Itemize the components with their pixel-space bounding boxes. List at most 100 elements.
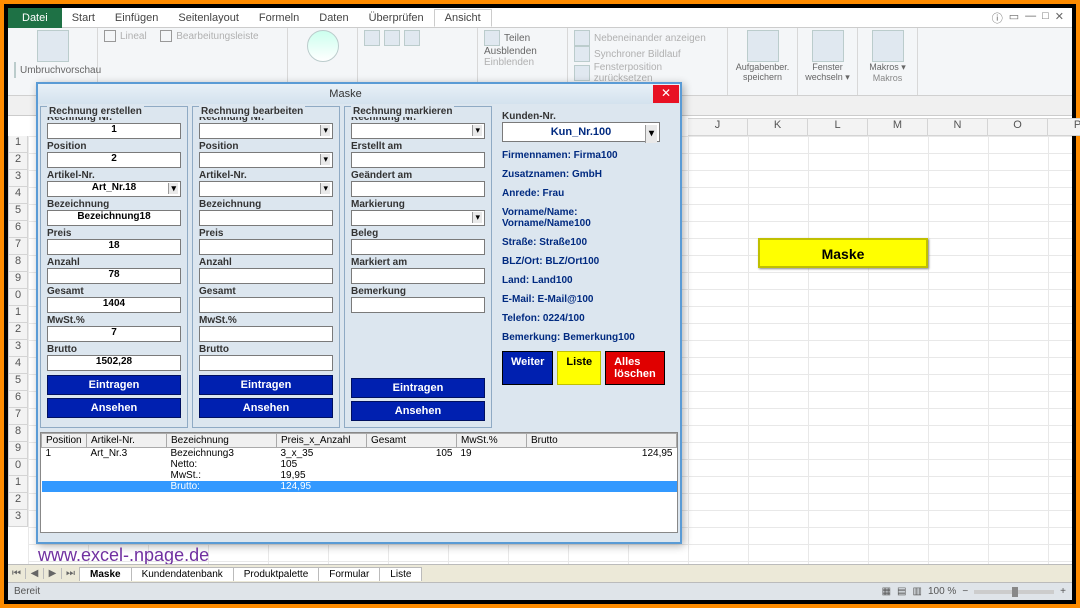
tab-ansicht[interactable]: Ansicht: [434, 9, 492, 27]
row-header[interactable]: 7: [8, 408, 28, 425]
beleg-input[interactable]: [351, 239, 485, 255]
row-header[interactable]: 2: [8, 493, 28, 510]
th-brutto[interactable]: Brutto: [527, 434, 677, 448]
sheet-nav-prev-icon[interactable]: ◀: [26, 568, 44, 579]
th-artikel[interactable]: Artikel-Nr.: [87, 434, 167, 448]
table-cell[interactable]: [87, 481, 167, 492]
file-tab[interactable]: Datei: [8, 8, 62, 28]
table-cell[interactable]: [367, 459, 457, 470]
row-header[interactable]: 1: [8, 136, 28, 153]
row-header[interactable]: 8: [8, 425, 28, 442]
maske-sheet-button[interactable]: Maske: [758, 238, 928, 268]
view-layout-icon[interactable]: ▤: [897, 586, 906, 597]
table-cell[interactable]: 105: [367, 448, 457, 460]
liste-button[interactable]: Liste: [557, 351, 601, 385]
alles-loeschen-button[interactable]: Alles löschen: [605, 351, 665, 385]
zoom-icon[interactable]: [307, 30, 339, 62]
bezeichnung-input[interactable]: Bezeichnung18: [47, 210, 181, 226]
split-icon[interactable]: [484, 30, 500, 46]
fwechsel-label[interactable]: Fenster wechseln ▾: [804, 62, 851, 83]
th-mwst[interactable]: MwSt.%: [457, 434, 527, 448]
row-header[interactable]: 8: [8, 255, 28, 272]
ansehen-button[interactable]: Ansehen: [351, 401, 485, 421]
table-cell[interactable]: 1: [42, 448, 87, 460]
table-cell[interactable]: [42, 470, 87, 481]
help-icon[interactable]: ⓘ: [992, 10, 1003, 26]
col-header[interactable]: L: [808, 118, 868, 136]
tab-daten[interactable]: Daten: [309, 10, 358, 26]
window-max-icon[interactable]: □: [1042, 10, 1049, 26]
table-cell[interactable]: [527, 481, 677, 492]
sheet-tab-kundendatenbank[interactable]: Kundendatenbank: [131, 567, 234, 581]
sheet-tab-produktpalette[interactable]: Produktpalette: [233, 567, 320, 581]
row-header[interactable]: 4: [8, 357, 28, 374]
col-header[interactable]: N: [928, 118, 988, 136]
table-cell[interactable]: 3_x_35: [277, 448, 367, 460]
view-normal-icon[interactable]: ▦: [882, 586, 891, 597]
artikel-combo[interactable]: [199, 181, 333, 197]
table-cell[interactable]: Brutto:: [167, 481, 277, 492]
col-header[interactable]: P: [1048, 118, 1080, 136]
mwst-input[interactable]: [199, 326, 333, 342]
kunden-combo[interactable]: Kun_Nr.100: [502, 122, 660, 142]
th-position[interactable]: Position: [42, 434, 87, 448]
table-cell[interactable]: 105: [277, 459, 367, 470]
eintragen-button[interactable]: Eintragen: [351, 378, 485, 398]
sheet-nav-last-icon[interactable]: ⏭: [62, 568, 80, 579]
artikel-combo[interactable]: Art_Nr.18: [47, 181, 181, 197]
bemerkung-input[interactable]: [351, 297, 485, 313]
row-header[interactable]: 3: [8, 170, 28, 187]
layout-icon[interactable]: [14, 62, 16, 78]
sheet-nav-next-icon[interactable]: ▶: [44, 568, 62, 579]
sheet-nav-first-icon[interactable]: ⏮: [8, 568, 26, 579]
brutto-input[interactable]: 1502,28: [47, 355, 181, 371]
preis-input[interactable]: [199, 239, 333, 255]
results-table[interactable]: Position Artikel-Nr. Bezeichnung Preis_x…: [40, 432, 678, 533]
sheet-tab-maske[interactable]: Maske: [79, 567, 132, 581]
sheet-tab-formular[interactable]: Formular: [318, 567, 380, 581]
markierung-combo[interactable]: [351, 210, 485, 226]
table-cell[interactable]: [527, 470, 677, 481]
ribbon-min-icon[interactable]: ▭: [1009, 10, 1019, 26]
row-header[interactable]: 1: [8, 306, 28, 323]
window-close-icon[interactable]: ✕: [1055, 10, 1064, 26]
dialog-close-button[interactable]: ✕: [653, 85, 679, 103]
table-cell[interactable]: 19,95: [277, 470, 367, 481]
row-header[interactable]: 3: [8, 510, 28, 527]
table-cell[interactable]: [87, 470, 167, 481]
rechnr-combo[interactable]: [351, 123, 485, 139]
table-cell[interactable]: 19: [457, 448, 527, 460]
mwst-input[interactable]: 7: [47, 326, 181, 342]
table-cell[interactable]: [42, 481, 87, 492]
erstellt-input[interactable]: [351, 152, 485, 168]
zoom-slider[interactable]: [974, 590, 1054, 594]
eintragen-button[interactable]: Eintragen: [199, 375, 333, 395]
tab-ueberpruefen[interactable]: Überprüfen: [359, 10, 434, 26]
umbruch-label[interactable]: Umbruchvorschau: [20, 65, 101, 76]
makros-label[interactable]: Makros ▾: [864, 62, 911, 73]
macros-icon[interactable]: [872, 30, 904, 62]
table-cell[interactable]: MwSt.:: [167, 470, 277, 481]
anzahl-input[interactable]: [199, 268, 333, 284]
table-cell[interactable]: [457, 459, 527, 470]
markiert-am-input[interactable]: [351, 268, 485, 284]
preis-input[interactable]: 18: [47, 239, 181, 255]
ansehen-button[interactable]: Ansehen: [47, 398, 181, 418]
row-header[interactable]: 9: [8, 272, 28, 289]
table-cell[interactable]: Bezeichnung3: [167, 448, 277, 460]
ausblenden-label[interactable]: Ausblenden: [484, 46, 537, 57]
rechnr-combo[interactable]: [199, 123, 333, 139]
freeze-icon[interactable]: [404, 30, 420, 46]
geaendert-input[interactable]: [351, 181, 485, 197]
table-cell[interactable]: 124,95: [277, 481, 367, 492]
row-header[interactable]: 7: [8, 238, 28, 255]
zoom-in-icon[interactable]: +: [1060, 586, 1066, 597]
dialog-titlebar[interactable]: Maske ✕: [38, 84, 680, 104]
switch-windows-icon[interactable]: [812, 30, 844, 62]
row-header[interactable]: 9: [8, 442, 28, 459]
th-bezeichnung[interactable]: Bezeichnung: [167, 434, 277, 448]
lineal-check[interactable]: [104, 30, 116, 42]
tab-formeln[interactable]: Formeln: [249, 10, 309, 26]
row-header[interactable]: 3: [8, 340, 28, 357]
table-cell[interactable]: [367, 481, 457, 492]
